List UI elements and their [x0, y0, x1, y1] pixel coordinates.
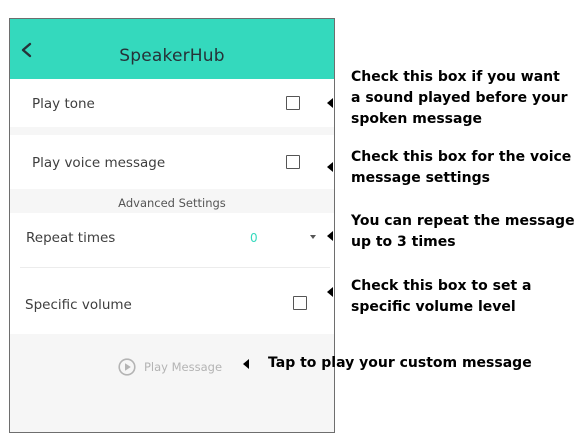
page-title: SpeakerHub	[119, 46, 225, 66]
play-voice-message-label: Play voice message	[32, 155, 166, 171]
footer-area	[10, 334, 334, 432]
callout-pointer-icon	[327, 231, 333, 241]
play-voice-message-checkbox[interactable]	[286, 155, 300, 169]
repeat-times-row[interactable]: Repeat times 0	[10, 213, 334, 267]
specific-volume-row[interactable]: Specific volume	[10, 268, 334, 334]
callout-line: Tap to play your custom message	[268, 355, 532, 371]
callout-pointer-icon	[327, 162, 333, 172]
callout-repeat-times: You can repeat the message up to 3 times	[351, 211, 575, 253]
play-message-button[interactable]: Play Message	[118, 357, 222, 377]
callout-pointer-icon	[327, 287, 333, 297]
section-divider	[10, 127, 334, 135]
callout-line: Check this box if you want	[351, 69, 560, 85]
callout-play-tone: Check this box if you want a sound playe…	[351, 67, 573, 130]
dropdown-arrow-icon[interactable]	[310, 235, 316, 239]
callout-line: spoken message	[351, 111, 482, 127]
callout-pointer-icon	[327, 98, 333, 108]
play-tone-row[interactable]: Play tone	[10, 79, 334, 127]
callout-pointer-icon	[243, 359, 249, 369]
play-tone-checkbox[interactable]	[286, 96, 300, 110]
callout-specific-volume: Check this box to set a specific volume …	[351, 276, 573, 318]
callout-line: specific volume level	[351, 299, 516, 315]
advanced-settings-label: Advanced Settings	[118, 196, 226, 210]
repeat-times-label: Repeat times	[26, 230, 116, 246]
annotated-screenshot: SpeakerHub Play tone Play voice message …	[0, 0, 576, 444]
callout-voice-message: Check this box for the voice message set…	[351, 147, 573, 189]
play-message-label: Play Message	[144, 360, 223, 374]
callout-line: message settings	[351, 170, 490, 186]
play-voice-message-row[interactable]: Play voice message	[10, 135, 334, 189]
advanced-settings-section: Advanced Settings	[10, 189, 334, 213]
specific-volume-checkbox[interactable]	[293, 296, 307, 310]
callout-line: Check this box for the voice	[351, 149, 572, 165]
callout-line: Check this box to set a	[351, 278, 532, 294]
callout-line: up to 3 times	[351, 234, 456, 250]
app-header: SpeakerHub	[10, 19, 334, 79]
callout-line: a sound played before your	[351, 90, 568, 106]
callout-play-message: Tap to play your custom message	[268, 353, 568, 374]
play-circle-icon	[118, 358, 136, 376]
specific-volume-label: Specific volume	[25, 297, 132, 313]
repeat-times-value[interactable]: 0	[250, 231, 258, 245]
callout-line: You can repeat the message	[351, 213, 575, 229]
play-tone-label: Play tone	[32, 96, 95, 112]
